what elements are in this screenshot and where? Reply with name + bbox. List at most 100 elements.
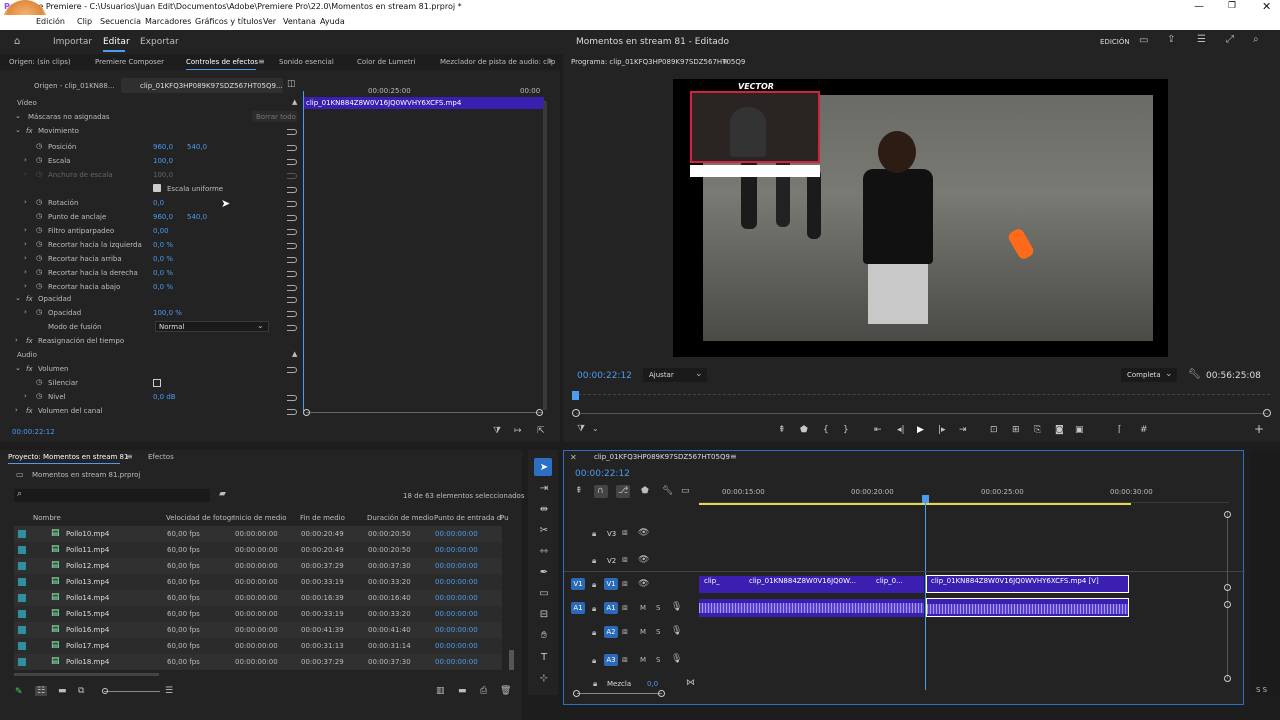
track-a3-target[interactable]: A3 (604, 654, 618, 666)
vscroll-bottom[interactable] (1224, 675, 1231, 682)
sequence-tab[interactable]: clip_01KFQ3HP089K97SDZ567HT05Q9 (594, 453, 730, 461)
play-audio-icon[interactable]: ↦ (514, 426, 522, 436)
automate-icon[interactable]: ▥ (436, 686, 445, 696)
source-clip-tab[interactable]: Origen - clip_01KN88... (34, 82, 115, 90)
toggle-timeline-icon[interactable]: ◫ (287, 79, 296, 89)
go-to-in-icon[interactable]: ⇤ (874, 425, 882, 435)
reset-row-icon[interactable] (287, 257, 297, 263)
stopwatch-icon[interactable]: ◷ (36, 282, 42, 290)
expand-row-icon[interactable]: › (24, 226, 27, 234)
label-color-swatch[interactable] (18, 530, 26, 538)
expand-row-icon[interactable]: › (24, 198, 27, 206)
reset-row-icon[interactable] (287, 271, 297, 277)
timeline-playhead-head[interactable] (922, 495, 929, 503)
selection-tool-icon[interactable]: ➤ (535, 462, 553, 478)
tab-edit[interactable]: Editar (103, 37, 130, 47)
hand-icon[interactable]: ✋︎ (535, 630, 553, 646)
tab-export[interactable]: Exportar (140, 37, 179, 47)
insert-nest-icon[interactable]: ⇞ (575, 486, 583, 496)
filter-icon[interactable]: ⧩ (493, 426, 501, 436)
rectangle-icon[interactable]: ▭ (535, 588, 553, 604)
effects-clip-bar[interactable]: clip_01KN884Z8W0V16JQ0WVHY6XCFS.mp4 (304, 97, 544, 109)
panel-menu-icon[interactable]: ≡ (258, 57, 265, 66)
reset-row-icon[interactable] (287, 243, 297, 249)
new-item-icon[interactable]: ⎙ (480, 686, 487, 696)
timeline-settings-icon[interactable]: 🔧︎ (662, 486, 673, 496)
label-color-swatch[interactable] (18, 610, 26, 618)
expand-row-icon[interactable]: › (24, 254, 27, 262)
play-icon[interactable]: ▶ (917, 425, 924, 435)
col-in-point[interactable]: Punto de entrada d (434, 514, 501, 522)
sequence-clip-tab[interactable]: clip_01KFQ3HP089K97SDZ567HT05Q9... (140, 82, 283, 90)
expand-row-icon[interactable]: › (24, 156, 27, 164)
sync-lock-icon[interactable]: ⧈ (622, 627, 628, 637)
marker-icon[interactable]: ⬟ (800, 425, 808, 435)
chevron-down-icon[interactable]: ⌄ (592, 424, 599, 433)
effect-row-value[interactable]: 100,0 (153, 157, 173, 165)
icon-view-icon[interactable]: ▬ (58, 686, 67, 696)
effect-row-value[interactable]: 0,00 (153, 227, 169, 235)
motion-chevron-icon[interactable]: ⌄ (15, 126, 21, 134)
effect-row-value2[interactable]: 540,0 (187, 213, 207, 221)
caption-icon[interactable]: ⊹ (535, 673, 553, 689)
solo-icon[interactable]: S (656, 628, 660, 636)
mute-icon[interactable]: M (640, 604, 646, 612)
wrench-icon[interactable]: 🔧︎ (1188, 369, 1201, 380)
fit-select[interactable]: Ajustar ⌄ (643, 368, 707, 382)
sort-icon[interactable]: ☰ (165, 686, 173, 696)
trash-icon[interactable]: 🗑︎ (500, 686, 511, 696)
menu-clip[interactable]: Clip (77, 17, 92, 26)
level-value[interactable]: 0,0 dB (153, 393, 176, 401)
mix-meter-icon[interactable]: ⋈ (686, 678, 695, 688)
program-zoom-right[interactable] (1263, 409, 1271, 417)
minimize-icon[interactable]: — (1194, 1, 1204, 12)
label-color-swatch[interactable] (18, 658, 26, 666)
timeline-vscroll[interactable] (1227, 511, 1228, 679)
new-bin-icon[interactable]: ▰ (219, 489, 226, 499)
mix-value[interactable]: 0,0 (647, 680, 658, 688)
effect-row-value[interactable]: 0,0 % (153, 269, 173, 277)
col-duration[interactable]: Duración de medio (367, 514, 434, 522)
go-to-out-icon[interactable]: ⇥ (959, 425, 967, 435)
workspace-mode[interactable]: EDICIÓN (1100, 38, 1130, 46)
label-color-swatch[interactable] (18, 642, 26, 650)
work-area-bar[interactable] (699, 503, 1131, 505)
time-remap-chevron-icon[interactable]: › (15, 336, 18, 344)
effect-row-value[interactable]: 100,0 (153, 171, 173, 179)
audio-clip-2[interactable] (926, 598, 1129, 617)
clip-4-selected[interactable]: clip_01KN884Z8W0V16JQ0WVHY6XCFS.mp4 [V] (926, 575, 1129, 593)
freeform-view-icon[interactable]: ⧉ (78, 686, 84, 696)
panel-menu-icon[interactable]: ≡ (722, 57, 729, 66)
maximize-icon[interactable]: ❐ (1228, 1, 1236, 11)
share-icon[interactable]: ⇪ (1167, 34, 1175, 45)
lock-icon[interactable]: 🔒︎ (592, 604, 596, 614)
masks-chevron-icon[interactable]: ⌄ (15, 112, 21, 120)
stopwatch-icon[interactable]: ◷ (36, 308, 42, 316)
item-in-point[interactable]: 00:00:00:00 (435, 594, 478, 602)
list-item[interactable]: ▤ Pollo15.mp4 60,00 fps 00:00:00:00 00:0… (14, 606, 502, 622)
stopwatch-icon[interactable]: ◷ (36, 156, 42, 164)
eye-icon[interactable]: 👁︎ (638, 528, 649, 538)
clip-1[interactable]: clip_ (704, 577, 720, 585)
clear-all-button[interactable]: Borrar todo (252, 111, 297, 122)
item-in-point[interactable]: 00:00:00:00 (435, 626, 478, 634)
track-v1-target[interactable]: V1 (604, 578, 618, 590)
stopwatch-icon[interactable]: ◷ (36, 268, 42, 276)
close-sequence-icon[interactable]: ✕ (570, 453, 577, 462)
track-a1-target[interactable]: A1 (604, 602, 618, 614)
track-select-icon[interactable]: ⇥ (535, 483, 553, 499)
timeline-timecode[interactable]: 00:00:22:12 (575, 469, 630, 479)
stopwatch-icon[interactable]: ◷ (36, 392, 42, 400)
lock-icon[interactable]: 🔒︎ (592, 628, 596, 638)
stopwatch-icon[interactable]: ◷ (36, 170, 42, 178)
pencil-icon[interactable]: ✎ (15, 687, 23, 697)
tab-effect-controls[interactable]: Controles de efectos (186, 58, 258, 66)
col-end[interactable]: Fin de medio (300, 514, 345, 522)
tab-import[interactable]: Importar (53, 37, 92, 47)
mark-in-icon[interactable]: { (823, 425, 829, 435)
reset-opacity-section-icon[interactable] (287, 297, 297, 303)
insert-icon[interactable]: ⊡ (990, 425, 998, 435)
mute-icon[interactable]: M (640, 628, 646, 636)
source-patch-v1[interactable]: V1 (571, 578, 585, 590)
tab-lumetri[interactable]: Color de Lumetri (357, 58, 415, 66)
